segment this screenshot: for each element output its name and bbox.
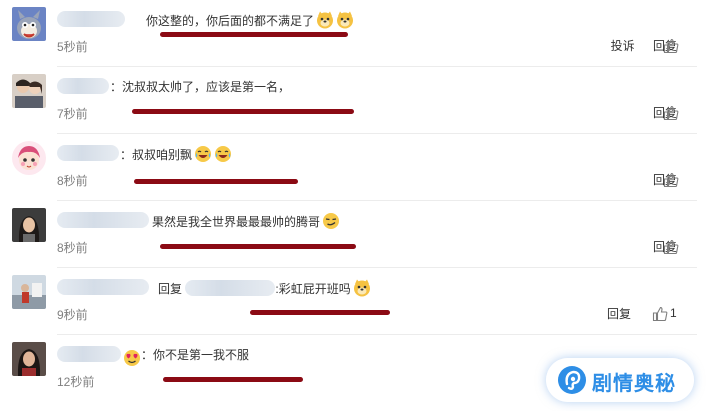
username-blurred[interactable] (57, 212, 149, 228)
report-link[interactable]: 投诉 (611, 39, 635, 53)
reply-link[interactable]: 回复 (607, 307, 631, 321)
heart-eyes-emoji-icon (123, 349, 141, 367)
comment-item: 果然是我全世界最最最帅的腾哥 8秒前 回复 (0, 201, 707, 268)
comment-item: ：沈叔叔太帅了，应该是第一名， 7秒前 回复 (0, 67, 707, 134)
laugh-cry-emoji-icon (194, 145, 212, 163)
red-underline-annotation (134, 179, 298, 184)
red-underline-annotation (160, 244, 356, 249)
red-underline-annotation (163, 377, 303, 382)
username-blurred[interactable] (57, 346, 121, 362)
comment-time: 7秒前 (57, 107, 88, 121)
comment-text: 回复 :彩虹屁开班吗 (158, 279, 371, 297)
outdoor-photo-avatar-icon[interactable] (12, 275, 46, 309)
cartoon-girl-avatar-icon[interactable] (12, 141, 46, 175)
username-blurred[interactable] (57, 279, 149, 295)
couple-photo-avatar-icon[interactable] (12, 74, 46, 108)
thumbs-up-icon[interactable] (663, 105, 679, 121)
doge-emoji-icon (316, 11, 334, 29)
thumbs-up-icon[interactable] (663, 38, 679, 54)
username-blurred[interactable] (57, 145, 119, 161)
reply-target-username-blurred[interactable] (185, 280, 276, 296)
doge-emoji-icon (336, 11, 354, 29)
username-blurred[interactable] (57, 78, 109, 94)
comment-text: ：你不是第一我不服 (141, 348, 250, 362)
red-underline-annotation (160, 32, 348, 37)
red-underline-annotation (132, 109, 354, 114)
comment-time: 8秒前 (57, 241, 88, 255)
watermark: 剧情奥秘 (546, 358, 694, 402)
thumbs-up-icon[interactable] (652, 306, 668, 322)
comment-item: 你这整的，你后面的都不满足了 5秒前 投诉 回复 (0, 0, 707, 67)
doge-emoji-icon (353, 279, 371, 297)
watermark-text: 剧情奥秘 (592, 373, 676, 395)
smirk-emoji-icon (322, 212, 340, 230)
thumbs-up-icon[interactable] (663, 172, 679, 188)
dark-hair-person-avatar-icon[interactable] (12, 342, 46, 376)
comment-text: ：叔叔咱别飘 (120, 145, 232, 163)
comment-text: 你这整的，你后面的都不满足了 (146, 11, 354, 29)
comment-text: ：沈叔叔太帅了，应该是第一名， (110, 80, 291, 94)
username-blurred[interactable] (57, 11, 125, 27)
comment-time: 12秒前 (57, 375, 95, 389)
comment-time: 5秒前 (57, 40, 88, 54)
comment-item: ：叔叔咱别飘 8秒前 回复 (0, 134, 707, 201)
like-count: 1 (670, 306, 677, 320)
long-hair-person-avatar-icon[interactable] (12, 208, 46, 242)
ear-logo-icon (558, 366, 586, 394)
reply-prefix: 回复 (158, 282, 183, 296)
comment-time: 9秒前 (57, 308, 88, 322)
red-underline-annotation (250, 310, 390, 315)
tom-cat-avatar-icon[interactable] (12, 7, 46, 41)
thumbs-up-icon[interactable] (663, 239, 679, 255)
comment-time: 8秒前 (57, 174, 88, 188)
comment-actions: 回复 (592, 305, 631, 322)
comment-text: 果然是我全世界最最最帅的腾哥 (152, 212, 340, 230)
comment-item: 回复 :彩虹屁开班吗 9秒前 回复 1 (0, 268, 707, 335)
laugh-cry-emoji-icon (214, 145, 232, 163)
